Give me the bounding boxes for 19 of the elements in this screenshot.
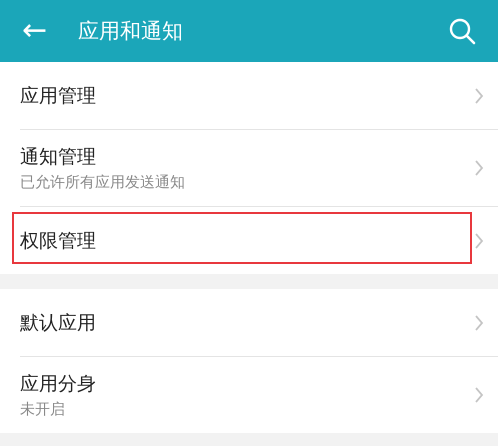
item-title: 权限管理 (20, 228, 96, 254)
page-title: 应用和通知 (78, 18, 184, 45)
chevron-icon (474, 86, 484, 104)
item-subtitle: 已允许所有应用发送通知 (20, 173, 185, 192)
item-title: 应用管理 (20, 84, 96, 108)
chevron-icon (474, 159, 484, 177)
chevron-icon (474, 232, 484, 250)
item-title: 应用分身 (20, 372, 96, 397)
settings-item[interactable]: 应用管理 (20, 62, 498, 130)
chevron-icon (474, 386, 484, 404)
settings-item[interactable]: 通知管理 已允许所有应用发送通知 (20, 130, 498, 207)
chevron-icon (474, 314, 484, 332)
search-icon[interactable] (448, 17, 476, 45)
settings-item[interactable]: 默认应用 (20, 289, 498, 357)
item-title: 通知管理 (20, 145, 96, 170)
item-title: 默认应用 (20, 310, 96, 336)
settings-item[interactable]: 应用分身 未开启 (20, 357, 498, 433)
item-subtitle: 未开启 (20, 400, 65, 419)
settings-item[interactable]: 权限管理 (20, 207, 498, 274)
